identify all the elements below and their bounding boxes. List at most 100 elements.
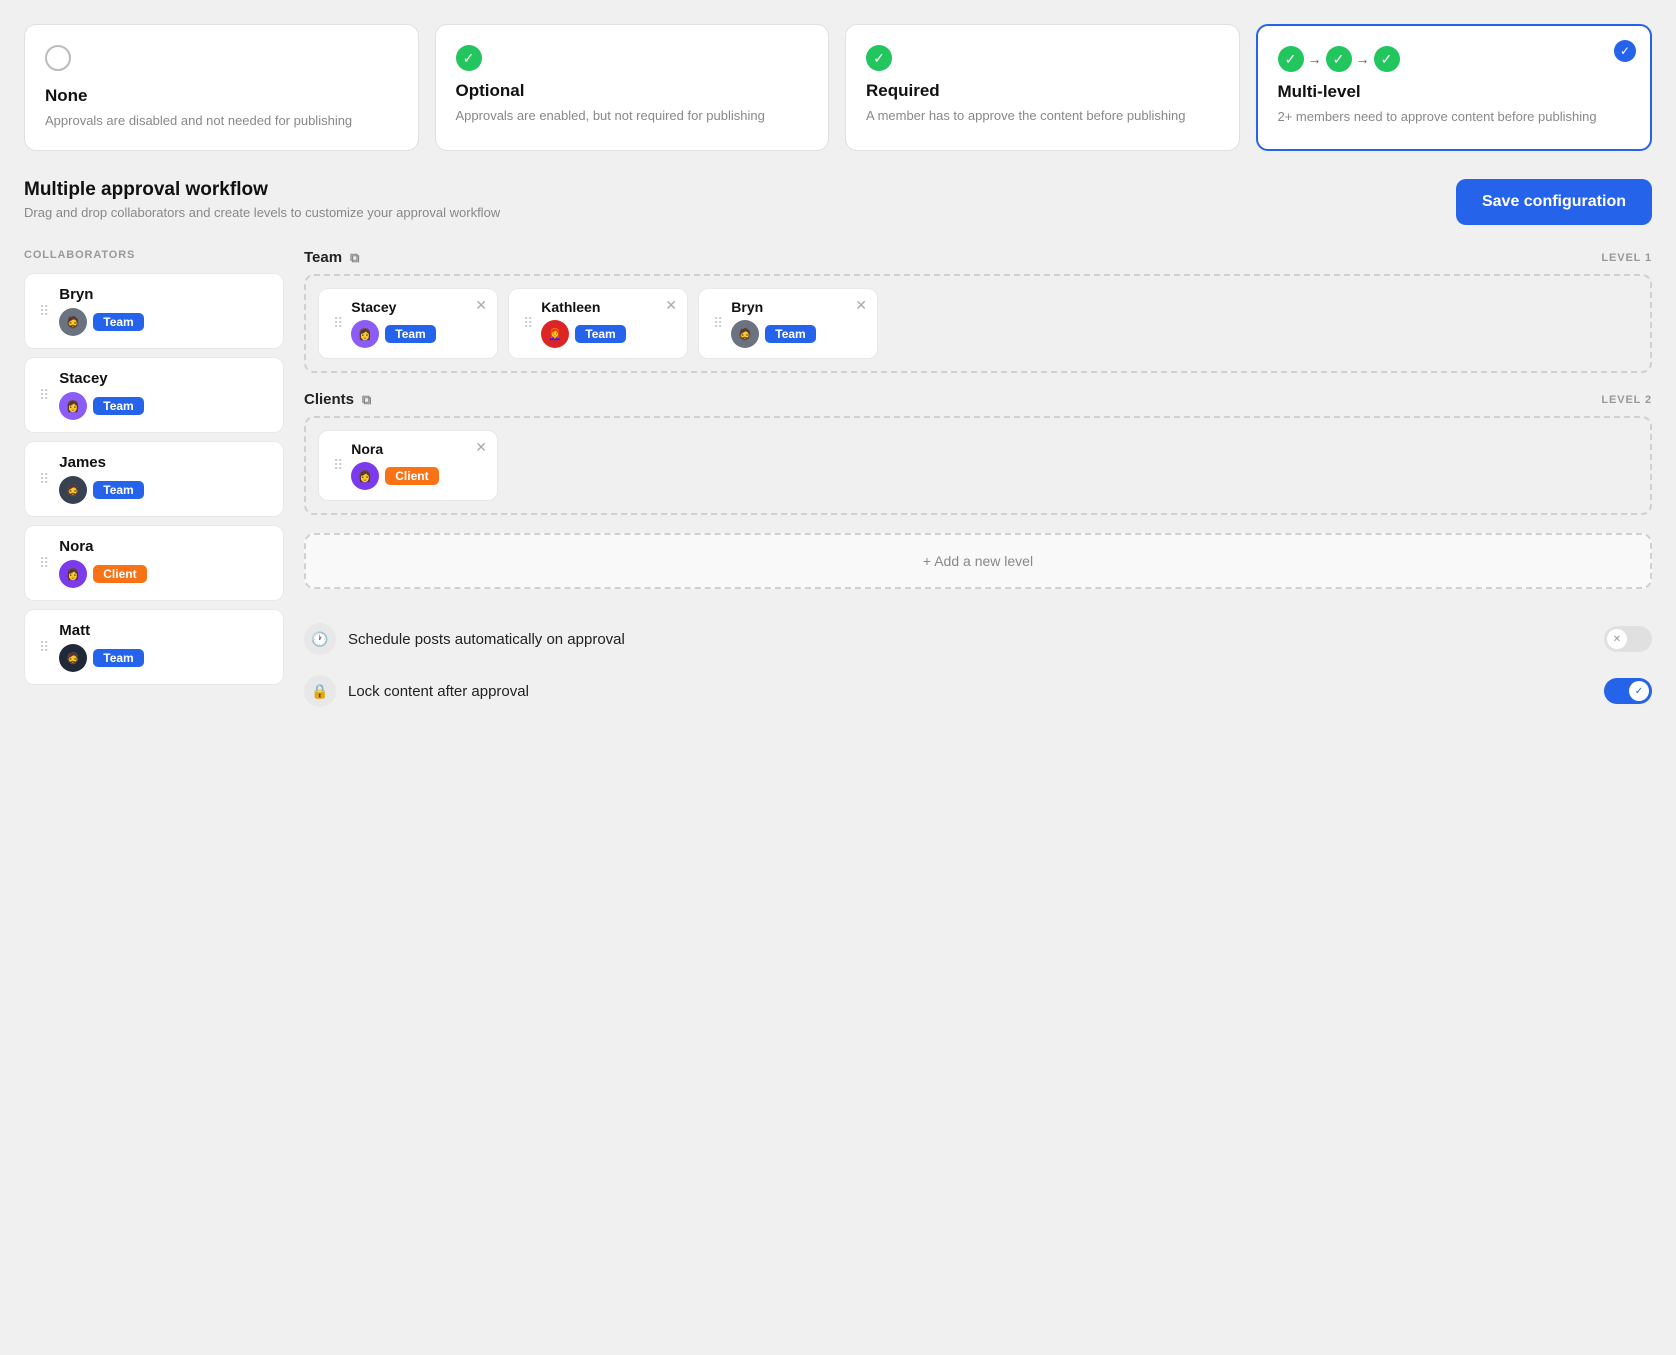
levels-panel: Team ⧉ LEVEL 1 ⠿ Stacey 👩 Team [304,249,1652,717]
l1-stacey-bottom: 👩 Team [351,320,435,348]
workflow-header: Multiple approval workflow Drag and drop… [24,179,1652,225]
l1-kathleen-info: Kathleen 👩‍🦰 Team [541,299,625,348]
l1-kathleen-close-button[interactable]: ✕ [665,297,677,314]
optional-description: Approvals are enabled, but not required … [456,107,809,125]
level-1-member-bryn: ⠿ Bryn 🧔 Team ✕ [698,288,878,359]
optional-icon: ✓ [456,45,809,71]
lock-label: Lock content after approval [348,683,1592,700]
l2-nora-close-button[interactable]: ✕ [475,439,487,456]
bryn-info: Bryn 🧔 Team [59,286,143,336]
required-description: A member has to approve the content befo… [866,107,1219,125]
workflow-subtitle: Drag and drop collaborators and create l… [24,205,500,220]
l1-bryn-close-button[interactable]: ✕ [855,297,867,314]
lock-icon: 🔒 [304,675,336,707]
selected-check-icon: ✓ [1614,40,1636,62]
l1-kathleen-name: Kathleen [541,299,625,315]
collaborator-stacey[interactable]: ⠿ Stacey 👩 Team [24,357,284,433]
l1-bryn-tag: Team [765,325,815,343]
schedule-toggle[interactable]: ✕ [1604,626,1652,652]
james-info: James 🧔 Team [59,454,143,504]
level-1-member-stacey: ⠿ Stacey 👩 Team ✕ [318,288,498,359]
none-icon [45,45,398,76]
approval-card-required[interactable]: ✓ Required A member has to approve the c… [845,24,1240,151]
collaborator-james[interactable]: ⠿ James 🧔 Team [24,441,284,517]
level-1-copy-icon[interactable]: ⧉ [350,250,359,266]
drag-handle-l1-bryn[interactable]: ⠿ [713,315,723,332]
approval-card-none[interactable]: None Approvals are disabled and not need… [24,24,419,151]
optional-title: Optional [456,81,809,101]
stacey-tag: Team [93,397,143,415]
james-name: James [59,454,143,471]
l1-kathleen-tag: Team [575,325,625,343]
required-icon: ✓ [866,45,1219,71]
bryn-avatar: 🧔 [59,308,87,336]
l1-stacey-close-button[interactable]: ✕ [475,297,487,314]
workflow-title: Multiple approval workflow [24,179,500,201]
approval-card-optional[interactable]: ✓ Optional Approvals are enabled, but no… [435,24,830,151]
l2-nora-name: Nora [351,441,438,457]
l1-stacey-avatar: 👩 [351,320,379,348]
schedule-toggle-knob: ✕ [1607,629,1627,649]
level-1-group-name: Team [304,249,342,266]
none-description: Approvals are disabled and not needed fo… [45,112,398,130]
bryn-tag: Team [93,313,143,331]
level-2-section: Clients ⧉ LEVEL 2 ⠿ Nora 👩 Client [304,391,1652,515]
multilevel-icon: ✓ → ✓ → ✓ [1278,46,1631,72]
drag-handle-matt[interactable]: ⠿ [39,639,49,656]
none-title: None [45,86,398,106]
lock-toggle[interactable]: ✓ [1604,678,1652,704]
drag-handle-l2-nora[interactable]: ⠿ [333,457,343,474]
level-1-header: Team ⧉ LEVEL 1 [304,249,1652,266]
l1-kathleen-bottom: 👩‍🦰 Team [541,320,625,348]
schedule-icon: 🕐 [304,623,336,655]
drag-handle-stacey[interactable]: ⠿ [39,387,49,404]
matt-bottom: 🧔 Team [59,644,143,672]
drag-handle-james[interactable]: ⠿ [39,471,49,488]
level-2-drop-area[interactable]: ⠿ Nora 👩 Client ✕ [304,416,1652,515]
james-tag: Team [93,481,143,499]
settings-section: 🕐 Schedule posts automatically on approv… [304,613,1652,717]
nora-avatar: 👩 [59,560,87,588]
matt-avatar: 🧔 [59,644,87,672]
approval-card-multilevel[interactable]: ✓ ✓ → ✓ → ✓ Multi-level 2+ members need … [1256,24,1653,151]
drag-handle-l1-stacey[interactable]: ⠿ [333,315,343,332]
collaborator-matt[interactable]: ⠿ Matt 🧔 Team [24,609,284,685]
schedule-label: Schedule posts automatically on approval [348,631,1592,648]
l1-bryn-info: Bryn 🧔 Team [731,299,815,348]
level-1-member-kathleen: ⠿ Kathleen 👩‍🦰 Team ✕ [508,288,688,359]
drag-handle-bryn[interactable]: ⠿ [39,303,49,320]
save-configuration-button[interactable]: Save configuration [1456,179,1652,225]
level-1-name: Team ⧉ [304,249,359,266]
add-level-button[interactable]: + Add a new level [304,533,1652,589]
level-2-member-nora: ⠿ Nora 👩 Client ✕ [318,430,498,501]
level-2-name: Clients ⧉ [304,391,371,408]
multilevel-description: 2+ members need to approve content befor… [1278,108,1631,126]
nora-info: Nora 👩 Client [59,538,146,588]
matt-tag: Team [93,649,143,667]
james-bottom: 🧔 Team [59,476,143,504]
l1-stacey-info: Stacey 👩 Team [351,299,435,348]
stacey-avatar: 👩 [59,392,87,420]
level-2-header: Clients ⧉ LEVEL 2 [304,391,1652,408]
approval-type-cards: None Approvals are disabled and not need… [24,24,1652,151]
matt-name: Matt [59,622,143,639]
lock-setting-row: 🔒 Lock content after approval ✓ [304,665,1652,717]
l1-bryn-name: Bryn [731,299,815,315]
level-1-drop-area[interactable]: ⠿ Stacey 👩 Team ✕ ⠿ Kathleen [304,274,1652,373]
stacey-info: Stacey 👩 Team [59,370,143,420]
schedule-setting-row: 🕐 Schedule posts automatically on approv… [304,613,1652,665]
l1-bryn-avatar: 🧔 [731,320,759,348]
collaborator-nora[interactable]: ⠿ Nora 👩 Client [24,525,284,601]
drag-handle-l1-kathleen[interactable]: ⠿ [523,315,533,332]
nora-name: Nora [59,538,146,555]
l1-bryn-bottom: 🧔 Team [731,320,815,348]
nora-bottom: 👩 Client [59,560,146,588]
collaborator-bryn[interactable]: ⠿ Bryn 🧔 Team [24,273,284,349]
stacey-bottom: 👩 Team [59,392,143,420]
l1-kathleen-avatar: 👩‍🦰 [541,320,569,348]
level-2-copy-icon[interactable]: ⧉ [362,392,371,408]
level-2-group-name: Clients [304,391,354,408]
l2-nora-info: Nora 👩 Client [351,441,438,490]
matt-info: Matt 🧔 Team [59,622,143,672]
drag-handle-nora[interactable]: ⠿ [39,555,49,572]
